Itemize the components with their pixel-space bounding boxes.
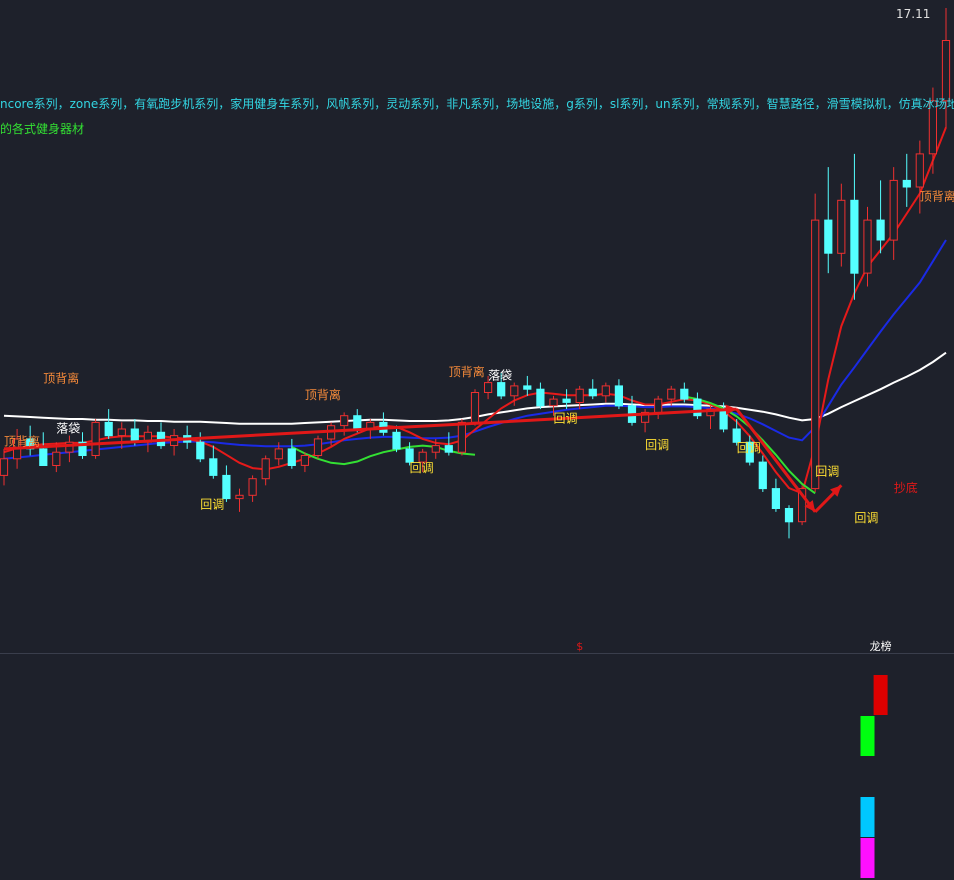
candle-body: [850, 199, 859, 274]
candlesticks: [0, 8, 951, 539]
candle-body: [300, 455, 309, 466]
candle-body: [693, 398, 702, 417]
signal-label: 顶背离: [305, 387, 341, 402]
candle-body: [614, 385, 623, 407]
candle-body: [915, 153, 924, 188]
ma-line-1: [3, 239, 947, 460]
candle-body: [248, 478, 257, 496]
candle-body: [274, 448, 283, 460]
candle-body: [771, 488, 780, 510]
candle-body: [313, 438, 323, 456]
trend-arrow: [3, 407, 737, 451]
candle-body: [261, 458, 270, 480]
candle-body: [470, 392, 480, 423]
candle-body: [523, 385, 532, 390]
signal-label: 回调: [645, 438, 669, 452]
candle-body: [52, 451, 61, 467]
candle-body: [876, 219, 885, 241]
candle-body: [222, 474, 231, 500]
signal-label: 回调: [410, 461, 434, 475]
candle-body: [680, 388, 689, 400]
candle-body: [562, 398, 571, 403]
candle-body: [287, 448, 296, 466]
sub-bar: [860, 838, 875, 878]
sub-marker: 龙榜: [870, 639, 892, 653]
signal-label: 顶背离: [449, 364, 485, 379]
candle-body: [353, 415, 362, 430]
candle-body: [209, 458, 218, 476]
candle-body: [784, 508, 794, 523]
signal-label: 回调: [815, 464, 839, 478]
candle-body: [340, 415, 349, 427]
candle-body: [837, 199, 846, 254]
candle-body: [824, 219, 833, 254]
signal-label: 回调: [737, 441, 761, 455]
sub-marker: $: [576, 640, 583, 653]
product-series-caption: ncore系列，zone系列，有氧跑步机系列，家用健身车系列，风帆系列，灵动系列…: [0, 97, 954, 111]
candle-body: [758, 461, 767, 490]
signal-label: 抄底: [894, 480, 918, 495]
candle-body: [811, 219, 820, 490]
candle-body: [39, 448, 48, 466]
candle-body: [392, 431, 401, 450]
candle-body: [196, 441, 205, 460]
candle-body: [510, 385, 519, 397]
candle-body: [588, 388, 597, 397]
candle-body: [104, 421, 113, 437]
product-description-caption: 的各式健身器材: [0, 122, 85, 136]
candle-body: [117, 428, 126, 437]
candle-body: [863, 219, 872, 274]
candle-body: [431, 445, 440, 453]
signal-label: 回调: [554, 411, 578, 425]
signal-label: 回调: [200, 498, 224, 512]
candle-body: [601, 385, 610, 397]
candle-body: [235, 494, 244, 500]
signal-label: 回调: [854, 511, 878, 525]
candle-body: [0, 458, 9, 476]
candle-body: [941, 40, 951, 102]
candle-body: [549, 398, 558, 407]
candle-body: [497, 382, 506, 397]
panel-separator: [0, 653, 954, 654]
signal-label: 顶背离: [920, 188, 954, 203]
candle-body: [536, 388, 545, 407]
signal-label: 落袋: [488, 368, 512, 382]
candle-body: [575, 388, 584, 404]
candle-body: [889, 179, 898, 241]
candle-body: [667, 388, 676, 400]
sub-panel-bars: $ 龙榜: [576, 639, 892, 878]
sub-bar: [860, 716, 875, 756]
candle-body: [654, 398, 663, 413]
signal-label: 落袋: [56, 421, 80, 435]
latest-price-tag: 17.11: [896, 7, 931, 21]
candle-body: [902, 179, 911, 188]
candle-body: [91, 421, 100, 456]
sub-bar: [873, 675, 888, 715]
sub-bar: [860, 797, 875, 837]
signal-label: 顶背离: [43, 371, 79, 386]
signal-label: 顶背离: [4, 434, 40, 449]
candle-body: [444, 445, 453, 453]
candle-body: [484, 382, 493, 394]
candle-body: [457, 421, 466, 453]
